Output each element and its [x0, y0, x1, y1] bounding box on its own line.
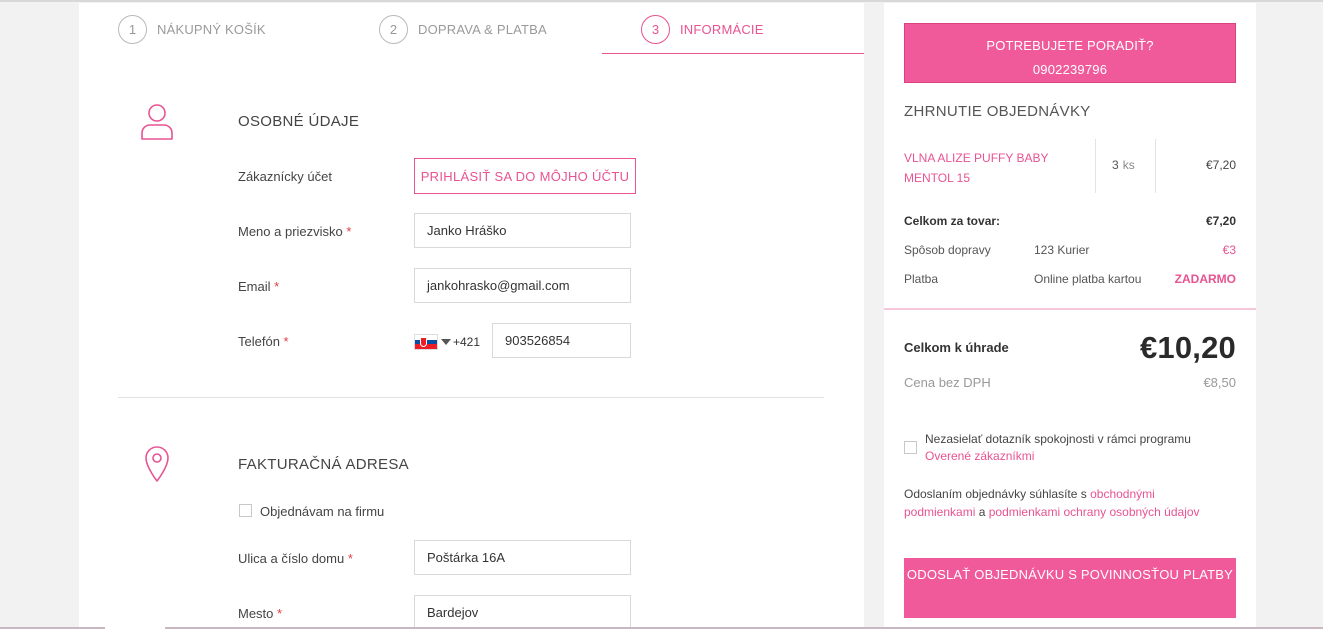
- item-quantity: 3 ks: [1112, 158, 1135, 172]
- privacy-link[interactable]: podmienkami ochrany osobných údajov: [989, 505, 1200, 519]
- submit-order-button[interactable]: ODOSLAŤ OBJEDNÁVKU S POVINNOSŤOU PLATBY: [904, 558, 1236, 618]
- required-mark: *: [274, 279, 280, 294]
- street-field[interactable]: Poštárka 16A: [414, 540, 631, 575]
- phone-label: Telefón *: [238, 334, 289, 349]
- item-name-link[interactable]: VLNA ALIZE PUFFY BABY MENTOL 15: [904, 148, 1064, 188]
- total-value: €10,20: [1139, 330, 1236, 365]
- location-pin-icon: [145, 446, 169, 482]
- no-vat-label: Cena bez DPH: [904, 375, 991, 390]
- shipping-row: Spôsob dopravy 123 Kurier €3: [904, 243, 1236, 261]
- company-checkbox-label[interactable]: Objednávam na firmu: [260, 504, 384, 519]
- phone-country-select[interactable]: +421: [414, 334, 480, 350]
- shipping-label: Spôsob dopravy: [904, 243, 991, 257]
- goods-total-label: Celkom za tovar:: [904, 214, 1001, 228]
- step-label: NÁKUPNÝ KOŠÍK: [157, 21, 266, 37]
- company-checkbox[interactable]: [239, 504, 252, 517]
- step-label: DOPRAVA & PLATBA: [418, 21, 547, 37]
- item-qty-value: 3: [1112, 158, 1119, 172]
- terms-text: Odoslaním objednávky súhlasíte s obchodn…: [904, 485, 1224, 521]
- account-label: Zákaznícky účet: [238, 169, 332, 184]
- section-divider: [118, 397, 824, 398]
- step-shipping-payment[interactable]: 2 DOPRAVA & PLATBA: [379, 3, 547, 55]
- help-contact-button[interactable]: POTREBUJETE PORADIŤ? 0902239796: [904, 23, 1236, 83]
- billing-section-title: FAKTURAČNÁ ADRESA: [238, 456, 409, 473]
- checkout-steps: 1 NÁKUPNÝ KOŠÍK 2 DOPRAVA & PLATBA 3 INF…: [79, 3, 864, 55]
- payment-label: Platba: [904, 272, 939, 286]
- city-label-text: Mesto: [238, 606, 274, 621]
- street-label-text: Ulica a číslo domu: [238, 551, 345, 566]
- step-number: 1: [118, 14, 147, 44]
- shipping-method: 123 Kurier: [1034, 243, 1090, 257]
- help-label: POTREBUJETE PORADIŤ?: [986, 38, 1154, 53]
- required-mark: *: [283, 334, 289, 349]
- goods-total-value: €7,20: [1205, 214, 1236, 228]
- phone-field[interactable]: 903526854: [492, 323, 631, 358]
- step-number: 2: [379, 14, 408, 44]
- goods-total-row: Celkom za tovar: €7,20: [904, 214, 1236, 232]
- item-price: €7,20: [1205, 158, 1236, 172]
- survey-text: Nezasielať dotazník spokojnosti v rámci …: [925, 432, 1191, 446]
- item-qty-unit: ks: [1122, 158, 1135, 172]
- required-mark: *: [346, 224, 352, 239]
- total-label: Celkom k úhrade: [904, 340, 1009, 355]
- step-label: INFORMÁCIE: [680, 21, 764, 37]
- phone-prefix: +421: [453, 335, 481, 349]
- verified-customers-link[interactable]: Overené zákazníkmi: [925, 449, 1034, 463]
- help-phone: 0902239796: [1032, 62, 1108, 77]
- column-divider: [1155, 139, 1156, 193]
- column-divider: [1095, 139, 1096, 193]
- active-step-underline: [602, 53, 864, 54]
- phone-label-text: Telefón: [238, 334, 280, 349]
- login-button[interactable]: PRIHLÁSIŤ SA DO MÔJHO ÚČTU: [414, 158, 636, 194]
- terms-middle: a: [978, 505, 986, 519]
- payment-price: ZADARMO: [1174, 272, 1236, 286]
- payment-method: Online platba kartou: [1034, 272, 1142, 286]
- email-label-text: Email: [238, 279, 271, 294]
- step-number: 3: [641, 14, 670, 44]
- street-label: Ulica a číslo domu *: [238, 551, 353, 566]
- step-cart[interactable]: 1 NÁKUPNÝ KOŠÍK: [118, 3, 266, 55]
- user-icon: [141, 104, 173, 140]
- personal-section-title: OSOBNÉ ÚDAJE: [238, 113, 360, 130]
- step-information[interactable]: 3 INFORMÁCIE: [641, 3, 764, 55]
- required-mark: *: [277, 606, 283, 621]
- name-field[interactable]: Janko Hráško: [414, 213, 631, 248]
- survey-opt-out-checkbox[interactable]: [904, 441, 917, 454]
- email-field[interactable]: jankohrasko@gmail.com: [414, 268, 631, 303]
- order-summary-panel: POTREBUJETE PORADIŤ? 0902239796 ZHRNUTIE…: [884, 3, 1256, 629]
- checkout-form-panel: 1 NÁKUPNÝ KOŠÍK 2 DOPRAVA & PLATBA 3 INF…: [79, 3, 864, 629]
- name-label: Meno a priezvisko *: [238, 224, 351, 239]
- summary-divider: [884, 308, 1256, 310]
- email-label: Email *: [238, 279, 279, 294]
- top-border: [0, 0, 1323, 2]
- slovakia-flag-icon: [414, 334, 438, 350]
- shipping-price: €3: [1222, 243, 1236, 257]
- survey-opt-out-text: Nezasielať dotazník spokojnosti v rámci …: [925, 431, 1225, 465]
- name-label-text: Meno a priezvisko: [238, 224, 343, 239]
- city-label: Mesto *: [238, 606, 282, 621]
- summary-title: ZHRNUTIE OBJEDNÁVKY: [904, 103, 1091, 120]
- city-field[interactable]: Bardejov: [414, 595, 631, 629]
- terms-prefix: Odoslaním objednávky súhlasíte s: [904, 487, 1087, 501]
- required-mark: *: [347, 551, 353, 566]
- payment-row: Platba Online platba kartou ZADARMO: [904, 272, 1236, 290]
- no-vat-value: €8,50: [1203, 375, 1236, 390]
- dropdown-caret-icon: [441, 339, 451, 345]
